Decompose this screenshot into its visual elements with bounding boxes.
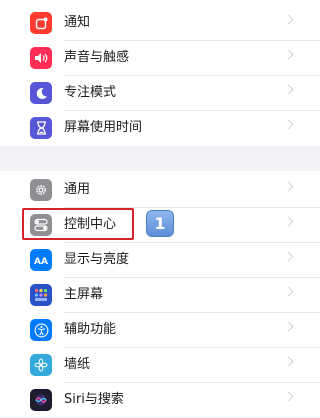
siri-icon [30, 389, 52, 411]
home-screen-icon [30, 284, 52, 306]
hourglass-icon [30, 117, 52, 139]
notifications-icon [30, 12, 52, 34]
settings-item-label: 通用 [64, 182, 91, 197]
chevron-right-icon [283, 321, 294, 332]
settings-item-label: 专注模式 [64, 85, 117, 100]
settings-item-screen-time[interactable]: 屏幕使用时间 [0, 111, 320, 146]
chevron-right-icon [283, 391, 294, 402]
chevron-right-icon [283, 251, 294, 262]
wallpaper-icon [30, 354, 52, 376]
moon-icon [30, 82, 52, 104]
settings-item-focus[interactable]: 专注模式 [0, 76, 320, 111]
settings-item-home-screen[interactable]: 主屏幕 [0, 278, 320, 313]
chevron-right-icon [283, 119, 294, 130]
display-icon: AA [30, 249, 52, 271]
highlight-box [22, 208, 134, 240]
settings-group-1: 通知 声音与触感 专注模式 屏幕使用时间 [0, 0, 320, 146]
chevron-right-icon [283, 84, 294, 95]
settings-item-wallpaper[interactable]: 墙纸 [0, 348, 320, 383]
settings-item-label: Siri与搜索 [64, 392, 124, 407]
chevron-right-icon [283, 286, 294, 297]
settings-item-label: 显示与亮度 [64, 252, 130, 267]
chevron-right-icon [283, 14, 294, 25]
settings-item-notifications[interactable]: 通知 [0, 6, 320, 41]
settings-item-siri[interactable]: Siri与搜索 [0, 383, 320, 418]
settings-item-label: 通知 [64, 15, 91, 30]
gear-icon [30, 179, 52, 201]
settings-item-label: 辅助功能 [64, 322, 117, 337]
accessibility-icon [30, 319, 52, 341]
settings-item-label: 声音与触感 [64, 50, 130, 65]
settings-item-sounds[interactable]: 声音与触感 [0, 41, 320, 76]
settings-item-general[interactable]: 通用 [0, 173, 320, 208]
chevron-right-icon [283, 181, 294, 192]
sound-icon [30, 47, 52, 69]
settings-item-accessibility[interactable]: 辅助功能 [0, 313, 320, 348]
settings-item-label: 主屏幕 [64, 287, 104, 302]
svg-text:AA: AA [34, 257, 48, 265]
chevron-right-icon [283, 216, 294, 227]
settings-item-label: 墙纸 [64, 357, 91, 372]
settings-item-label: 屏幕使用时间 [64, 120, 143, 135]
settings-item-display[interactable]: AA 显示与亮度 [0, 243, 320, 278]
chevron-right-icon [283, 49, 294, 60]
chevron-right-icon [283, 356, 294, 367]
step-badge: 1 [146, 210, 174, 237]
